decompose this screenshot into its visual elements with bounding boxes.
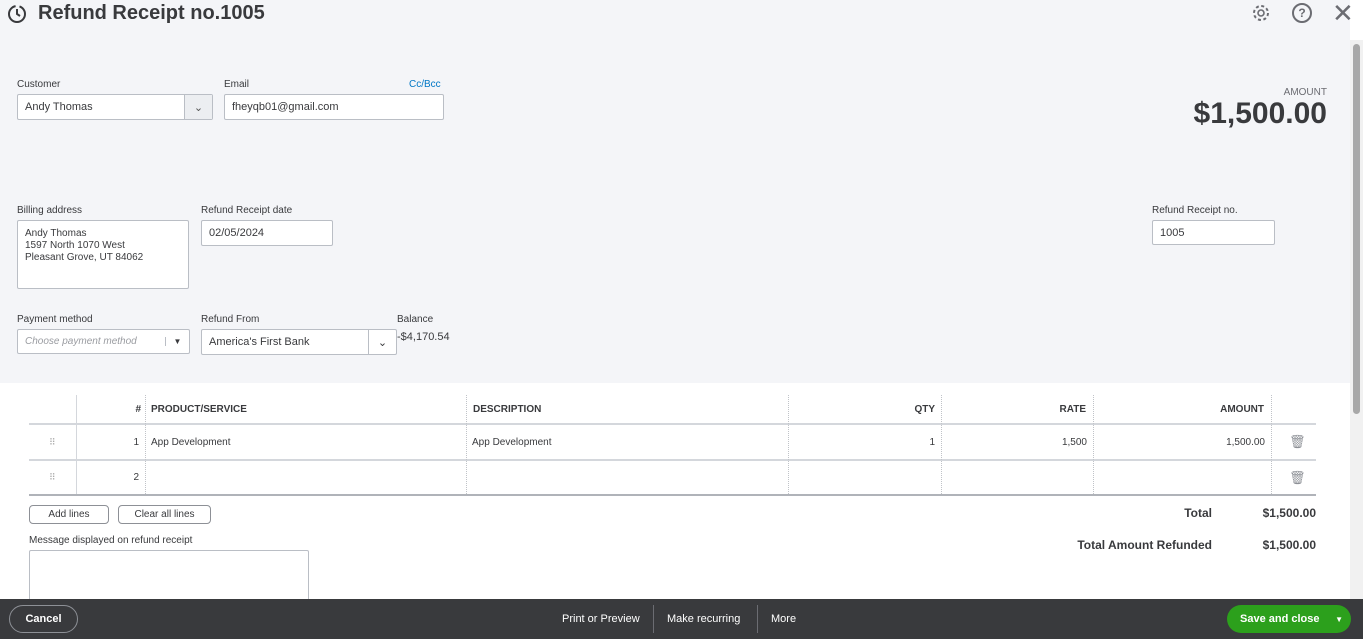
date-input[interactable]: 02/05/2024 [201, 220, 333, 246]
settings-gear-icon[interactable] [1251, 3, 1271, 23]
billing-line: Pleasant Grove, UT 84062 [25, 252, 144, 263]
caret-down-icon[interactable]: ▼ [1335, 615, 1343, 624]
message-label: Message displayed on refund receipt [29, 535, 193, 546]
date-label: Refund Receipt date [201, 205, 293, 216]
total-refunded-value: $1,500.00 [1262, 538, 1316, 552]
total-refunded-label: Total Amount Refunded [1077, 538, 1212, 552]
scrollbar[interactable] [1350, 40, 1363, 599]
email-label: Email [224, 79, 250, 90]
close-icon[interactable]: ✕ [1332, 0, 1354, 26]
customer-label: Customer [17, 79, 61, 90]
chevron-down-icon[interactable]: ⌄ [184, 95, 212, 119]
drag-handle-icon[interactable]: ⠿ [43, 461, 62, 494]
billing-address-input[interactable]: Andy Thomas 1597 North 1070 West Pleasant … [17, 220, 189, 289]
refund-from-select[interactable]: America's First Bank ⌄ [201, 329, 397, 355]
billing-line: 1597 North 1070 West [25, 240, 125, 251]
total-label: Total [1184, 506, 1212, 520]
page-title: Refund Receipt no.1005 [38, 2, 265, 24]
cancel-button[interactable]: Cancel [9, 605, 78, 633]
balance-label: Balance [397, 314, 434, 325]
save-and-close-button[interactable]: Save and close ▼ [1227, 605, 1351, 633]
col-header-qty: QTY [914, 403, 935, 415]
col-header-description: DESCRIPTION [473, 403, 542, 415]
trash-icon[interactable]: 🗑 [1283, 461, 1312, 494]
col-header-rate: RATE [1059, 403, 1086, 415]
refund-from-label: Refund From [201, 314, 260, 325]
row-product[interactable]: App Development [145, 425, 237, 459]
line-items-table: # PRODUCT/SERVICE DESCRIPTION QTY RATE A… [29, 395, 1316, 496]
caret-down-icon[interactable]: ▼ [165, 337, 189, 346]
cc-bcc-link[interactable]: Cc/Bcc [409, 79, 441, 90]
customer-value: Andy Thomas [25, 101, 93, 113]
make-recurring-button[interactable]: Make recurring [667, 599, 740, 639]
row-description[interactable]: App Development [466, 425, 558, 459]
total-value: $1,500.00 [1262, 506, 1316, 520]
chevron-down-icon[interactable]: ⌄ [368, 330, 396, 354]
table-row[interactable]: ⠿ 2 🗑 [29, 461, 1316, 494]
refund-from-value: America's First Bank [209, 336, 310, 348]
balance-value: -$4,170.54 [397, 331, 450, 343]
row-number: 1 [133, 436, 139, 448]
footer-bar: Cancel Print or Preview Make recurring M… [0, 599, 1363, 639]
trash-icon[interactable]: 🗑 [1283, 425, 1312, 459]
add-lines-button[interactable]: Add lines [29, 505, 109, 524]
billing-line: Andy Thomas [25, 228, 87, 239]
row-amount[interactable]: 1,500.00 [1093, 425, 1271, 459]
payment-method-placeholder: Choose payment method [25, 336, 137, 347]
email-input[interactable]: fheyqb01@gmail.com [224, 94, 444, 120]
payment-method-label: Payment method [17, 314, 93, 325]
scrollbar-thumb[interactable] [1353, 44, 1360, 414]
receipt-no-label: Refund Receipt no. [1152, 205, 1238, 216]
drag-handle-icon[interactable]: ⠿ [43, 425, 62, 459]
col-header-amount: AMOUNT [1220, 403, 1264, 415]
row-qty[interactable]: 1 [788, 425, 941, 459]
col-header-product: PRODUCT/SERVICE [151, 403, 247, 415]
help-icon[interactable]: ? [1292, 3, 1312, 23]
form-header-area [0, 0, 1350, 383]
row-rate[interactable]: 1,500 [941, 425, 1093, 459]
col-header-number: # [135, 403, 141, 415]
billing-address-label: Billing address [17, 205, 83, 216]
row-number: 2 [133, 472, 139, 483]
amount-value: $1,500.00 [1193, 97, 1327, 130]
customer-select[interactable]: Andy Thomas ⌄ [17, 94, 213, 120]
table-row[interactable]: ⠿ 1 App Development App Development 1 1,… [29, 425, 1316, 459]
clear-all-lines-button[interactable]: Clear all lines [118, 505, 211, 524]
payment-method-select[interactable]: Choose payment method ▼ [17, 329, 190, 354]
history-icon[interactable] [6, 3, 28, 25]
save-and-close-label: Save and close [1240, 613, 1320, 625]
more-button[interactable]: More [771, 599, 796, 639]
receipt-no-input[interactable]: 1005 [1152, 220, 1275, 245]
message-textarea[interactable] [29, 550, 309, 605]
print-preview-button[interactable]: Print or Preview [562, 599, 640, 639]
